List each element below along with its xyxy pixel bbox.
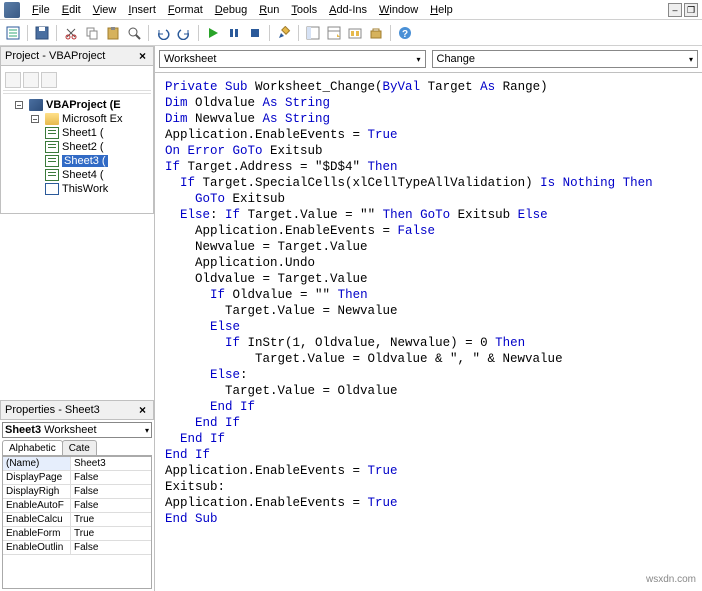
view-code-icon[interactable]: [4, 24, 22, 42]
menu-window[interactable]: Window: [373, 3, 424, 17]
menu-help[interactable]: Help: [424, 3, 459, 17]
main-toolbar: ?: [0, 20, 702, 46]
cut-icon[interactable]: [62, 24, 80, 42]
project-pane-close-button[interactable]: ×: [136, 49, 149, 63]
properties-pane-close-button[interactable]: ×: [136, 403, 149, 417]
project-explorer-icon[interactable]: [304, 24, 322, 42]
save-icon[interactable]: [33, 24, 51, 42]
property-row[interactable]: EnableCalcuTrue: [3, 513, 151, 527]
design-mode-icon[interactable]: [275, 24, 293, 42]
tree-sheet-item[interactable]: Sheet4 (: [5, 168, 149, 182]
menu-debug[interactable]: Debug: [209, 3, 253, 17]
tree-workbook-item[interactable]: ThisWork: [5, 182, 149, 196]
view-code-button[interactable]: [5, 72, 21, 88]
tab-alphabetic[interactable]: Alphabetic: [2, 440, 63, 455]
property-row[interactable]: EnableFormTrue: [3, 527, 151, 541]
copy-icon[interactable]: [83, 24, 101, 42]
tree-sheet-item[interactable]: Sheet3 (: [5, 154, 149, 168]
property-row[interactable]: DisplayRighFalse: [3, 485, 151, 499]
minimize-button[interactable]: –: [668, 3, 682, 17]
menu-bar: FileEditViewInsertFormatDebugRunToolsAdd…: [0, 0, 702, 20]
toolbox-icon[interactable]: [367, 24, 385, 42]
app-icon: [4, 2, 20, 18]
menu-add-ins[interactable]: Add-Ins: [323, 3, 373, 17]
menu-file[interactable]: File: [26, 3, 56, 17]
menu-tools[interactable]: Tools: [285, 3, 323, 17]
project-explorer: VBAProject (EMicrosoft ExSheet1 (Sheet2 …: [0, 66, 154, 214]
tree-sheet-item[interactable]: Sheet1 (: [5, 126, 149, 140]
properties-tabs: Alphabetic Cate: [2, 440, 152, 456]
help-icon[interactable]: ?: [396, 24, 414, 42]
properties-pane-title: Properties - Sheet3: [5, 404, 100, 416]
tree-item[interactable]: VBAProject (E: [5, 98, 149, 112]
property-row[interactable]: (Name)Sheet3: [3, 457, 151, 471]
menu-view[interactable]: View: [87, 3, 123, 17]
project-pane-title: Project - VBAProject: [5, 50, 105, 62]
menu-insert[interactable]: Insert: [122, 3, 162, 17]
window-controls: – ❐: [668, 3, 698, 17]
properties-pane-header: Properties - Sheet3 ×: [0, 400, 154, 420]
properties-grid: (Name)Sheet3DisplayPageFalseDisplayRighF…: [2, 456, 152, 589]
toggle-folders-button[interactable]: [41, 72, 57, 88]
property-row[interactable]: DisplayPageFalse: [3, 471, 151, 485]
project-pane-header: Project - VBAProject ×: [0, 46, 154, 66]
menu-edit[interactable]: Edit: [56, 3, 87, 17]
property-row[interactable]: EnableAutoFFalse: [3, 499, 151, 513]
chevron-down-icon: ▾: [145, 426, 149, 435]
object-browser-icon[interactable]: [346, 24, 364, 42]
chevron-down-icon: ▾: [689, 55, 693, 64]
code-editor[interactable]: Private Sub Worksheet_Change(ByVal Targe…: [155, 73, 702, 591]
object-dropdown[interactable]: Worksheet ▾: [159, 50, 426, 68]
properties-object-selector[interactable]: Sheet3 Worksheet ▾: [2, 422, 152, 438]
menu-run[interactable]: Run: [253, 3, 285, 17]
break-icon[interactable]: [225, 24, 243, 42]
restore-button[interactable]: ❐: [684, 3, 698, 17]
view-object-button[interactable]: [23, 72, 39, 88]
menu-format[interactable]: Format: [162, 3, 209, 17]
tab-categorized[interactable]: Cate: [62, 440, 97, 455]
reset-icon[interactable]: [246, 24, 264, 42]
properties-window-icon[interactable]: [325, 24, 343, 42]
redo-icon[interactable]: [175, 24, 193, 42]
tree-sheet-item[interactable]: Sheet2 (: [5, 140, 149, 154]
paste-icon[interactable]: [104, 24, 122, 42]
find-icon[interactable]: [125, 24, 143, 42]
procedure-dropdown[interactable]: Change ▾: [432, 50, 699, 68]
chevron-down-icon: ▾: [416, 55, 420, 64]
undo-icon[interactable]: [154, 24, 172, 42]
tree-item[interactable]: Microsoft Ex: [5, 112, 149, 126]
property-row[interactable]: EnableOutlinFalse: [3, 541, 151, 555]
run-icon[interactable]: [204, 24, 222, 42]
svg-text:?: ?: [402, 29, 408, 40]
watermark: wsxdn.com: [646, 574, 696, 585]
